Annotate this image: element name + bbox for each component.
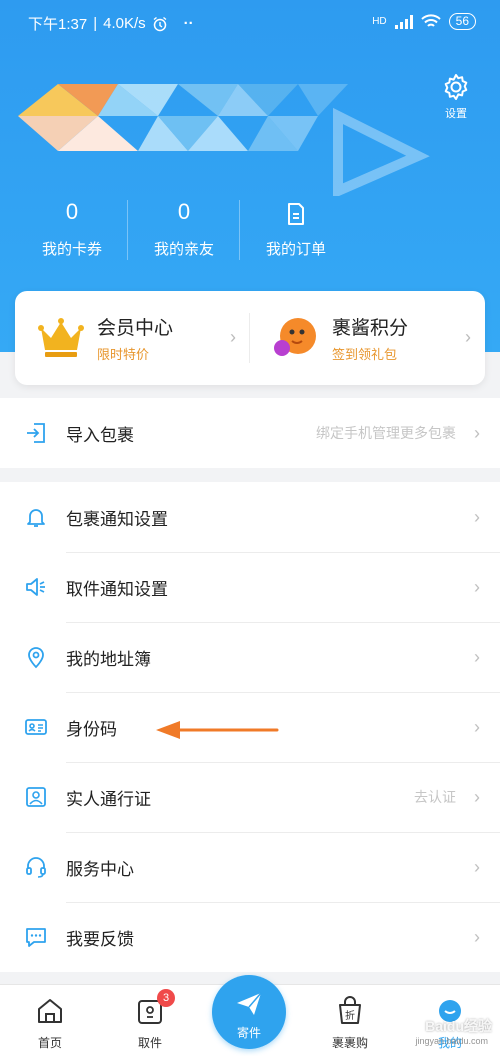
stat-relatives-value: 0: [177, 199, 191, 224]
points-title: 裹酱积分: [332, 318, 409, 339]
menu-item-label: 我的地址簿: [66, 649, 151, 669]
send-label: 寄件: [236, 1026, 261, 1040]
member-center-title: 会员中心: [97, 318, 174, 339]
points-entry[interactable]: 裹酱积分 签到领礼包 ›: [250, 291, 485, 385]
chevron-right-icon: ›: [230, 327, 236, 347]
signal-icon: [394, 14, 413, 29]
tab-pickup[interactable]: 3 取件: [105, 985, 195, 1051]
settings-button[interactable]: 设置: [432, 72, 480, 121]
tab-shop[interactable]: 折 裹裹购: [305, 985, 395, 1051]
chevron-right-icon: ›: [474, 926, 480, 947]
member-card: 会员中心 限时特价 › 裹酱积分 签到领礼包 ›: [15, 291, 485, 385]
watermark-url: jingyan.baidu.com: [415, 1036, 488, 1046]
stat-orders[interactable]: 我的订单: [240, 196, 352, 259]
status-time: 下午1:37: [28, 16, 88, 33]
chevron-right-icon: ›: [474, 786, 480, 807]
chevron-right-icon: ›: [474, 856, 480, 877]
menu-item-feedback[interactable]: 我要反馈 ›: [0, 902, 500, 972]
alarm-icon: [153, 16, 167, 31]
watermark-brand: Baidu经验: [425, 1018, 492, 1034]
speaker-icon: [26, 578, 45, 596]
message-icon: [26, 928, 46, 947]
menu-item-pickup-notify[interactable]: 取件通知设置 ›: [0, 552, 500, 622]
verify-hint: 去认证: [414, 789, 456, 805]
brand-logo: [18, 84, 430, 196]
stat-relatives[interactable]: 0 我的亲友: [128, 196, 240, 260]
menu-item-label: 我要反馈: [66, 929, 134, 949]
import-icon: [27, 423, 45, 443]
stat-coupons-value: 0: [65, 199, 79, 224]
menu-item-label: 取件通知设置: [66, 579, 168, 599]
shopping-bag-icon: 折: [339, 996, 361, 1024]
tab-home-label: 首页: [37, 1036, 62, 1050]
chevron-right-icon: ›: [474, 422, 480, 443]
tab-pickup-label: 取件: [137, 1036, 162, 1050]
menu-item-label: 包裹通知设置: [66, 509, 168, 529]
menu-item-label: 身份码: [66, 719, 117, 739]
tab-home[interactable]: 首页: [5, 985, 95, 1051]
headset-icon: [26, 857, 46, 878]
member-center-entry[interactable]: 会员中心 限时特价 ›: [15, 291, 250, 385]
paper-plane-icon: [237, 992, 262, 1015]
chevron-right-icon: ›: [474, 576, 480, 597]
stats-bar: 0 我的卡券 0 我的亲友 我的订单: [0, 196, 360, 260]
settings-label: 设置: [445, 108, 467, 120]
import-package-row[interactable]: 导入包裹 绑定手机管理更多包裹 ›: [0, 398, 500, 468]
menu-item-label: 服务中心: [66, 859, 134, 879]
send-package-button[interactable]: 寄件: [212, 975, 286, 1049]
section-gap: [0, 468, 500, 482]
stat-coupons[interactable]: 0 我的卡券: [16, 196, 128, 260]
stat-relatives-label: 我的亲友: [153, 241, 214, 258]
status-divider: |: [93, 15, 98, 32]
battery-indicator: 56: [448, 13, 476, 30]
menu-item-address-book[interactable]: 我的地址簿 ›: [0, 622, 500, 692]
chevron-right-icon: ›: [474, 716, 480, 737]
member-center-subtitle: 限时特价: [97, 347, 150, 362]
document-icon: [288, 203, 304, 225]
bell-icon: [27, 509, 45, 527]
wifi-icon: [420, 14, 441, 27]
crown-icon: [38, 318, 84, 357]
menu-item-package-notify[interactable]: 包裹通知设置 ›: [0, 482, 500, 552]
chevron-right-icon: ›: [474, 506, 480, 527]
menu-item-label: 实人通行证: [66, 789, 151, 809]
gear-icon: [444, 74, 468, 100]
location-icon: [28, 647, 44, 669]
import-package-hint: 绑定手机管理更多包裹: [316, 425, 456, 441]
tab-shop-label: 裹裹购: [331, 1036, 368, 1050]
stat-orders-label: 我的订单: [265, 241, 326, 258]
status-dots: ··: [183, 15, 194, 32]
hd-label: HD: [372, 16, 387, 27]
menu-item-service-center[interactable]: 服务中心 ›: [0, 832, 500, 902]
import-package-label: 导入包裹: [66, 425, 134, 445]
chevron-right-icon: ›: [465, 327, 471, 347]
menu-item-real-person-pass[interactable]: 实人通行证 去认证 ›: [0, 762, 500, 832]
points-subtitle: 签到领礼包: [332, 347, 398, 362]
pickup-badge: 3: [157, 989, 175, 1007]
id-card-icon: [25, 719, 47, 735]
annotation-arrow: [156, 721, 279, 739]
chevron-right-icon: ›: [474, 646, 480, 667]
stat-coupons-label: 我的卡券: [41, 241, 102, 258]
person-badge-icon: [26, 787, 46, 807]
home-icon: [38, 999, 62, 1023]
status-bar: 下午1:37 | 4.0K/s ·· HD 56: [0, 0, 500, 46]
svg-text:折: 折: [345, 1009, 355, 1022]
mascot-icon: [274, 318, 316, 356]
status-speed: 4.0K/s: [103, 15, 146, 32]
